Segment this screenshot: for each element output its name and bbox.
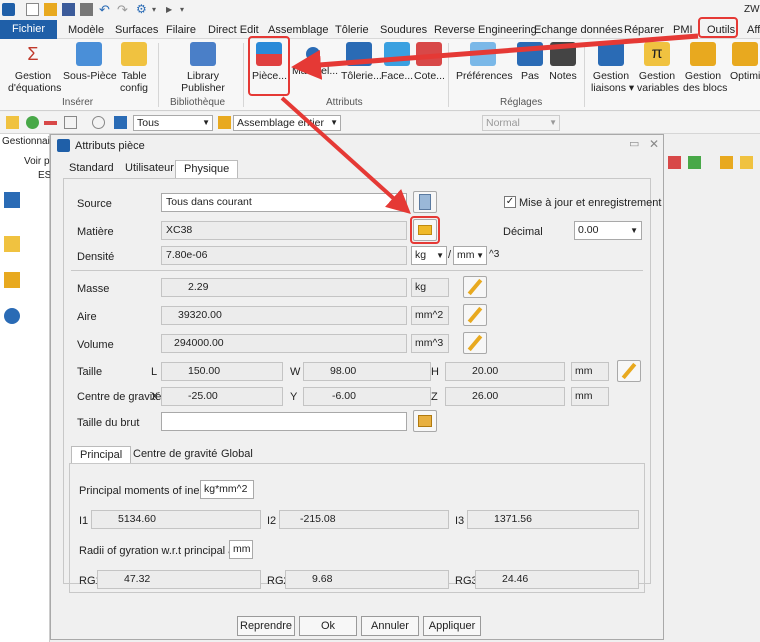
arrow-piece-to-folder xyxy=(280,96,411,215)
annotation-arrows xyxy=(280,33,699,215)
arrow-outils-to-piece xyxy=(291,33,699,80)
